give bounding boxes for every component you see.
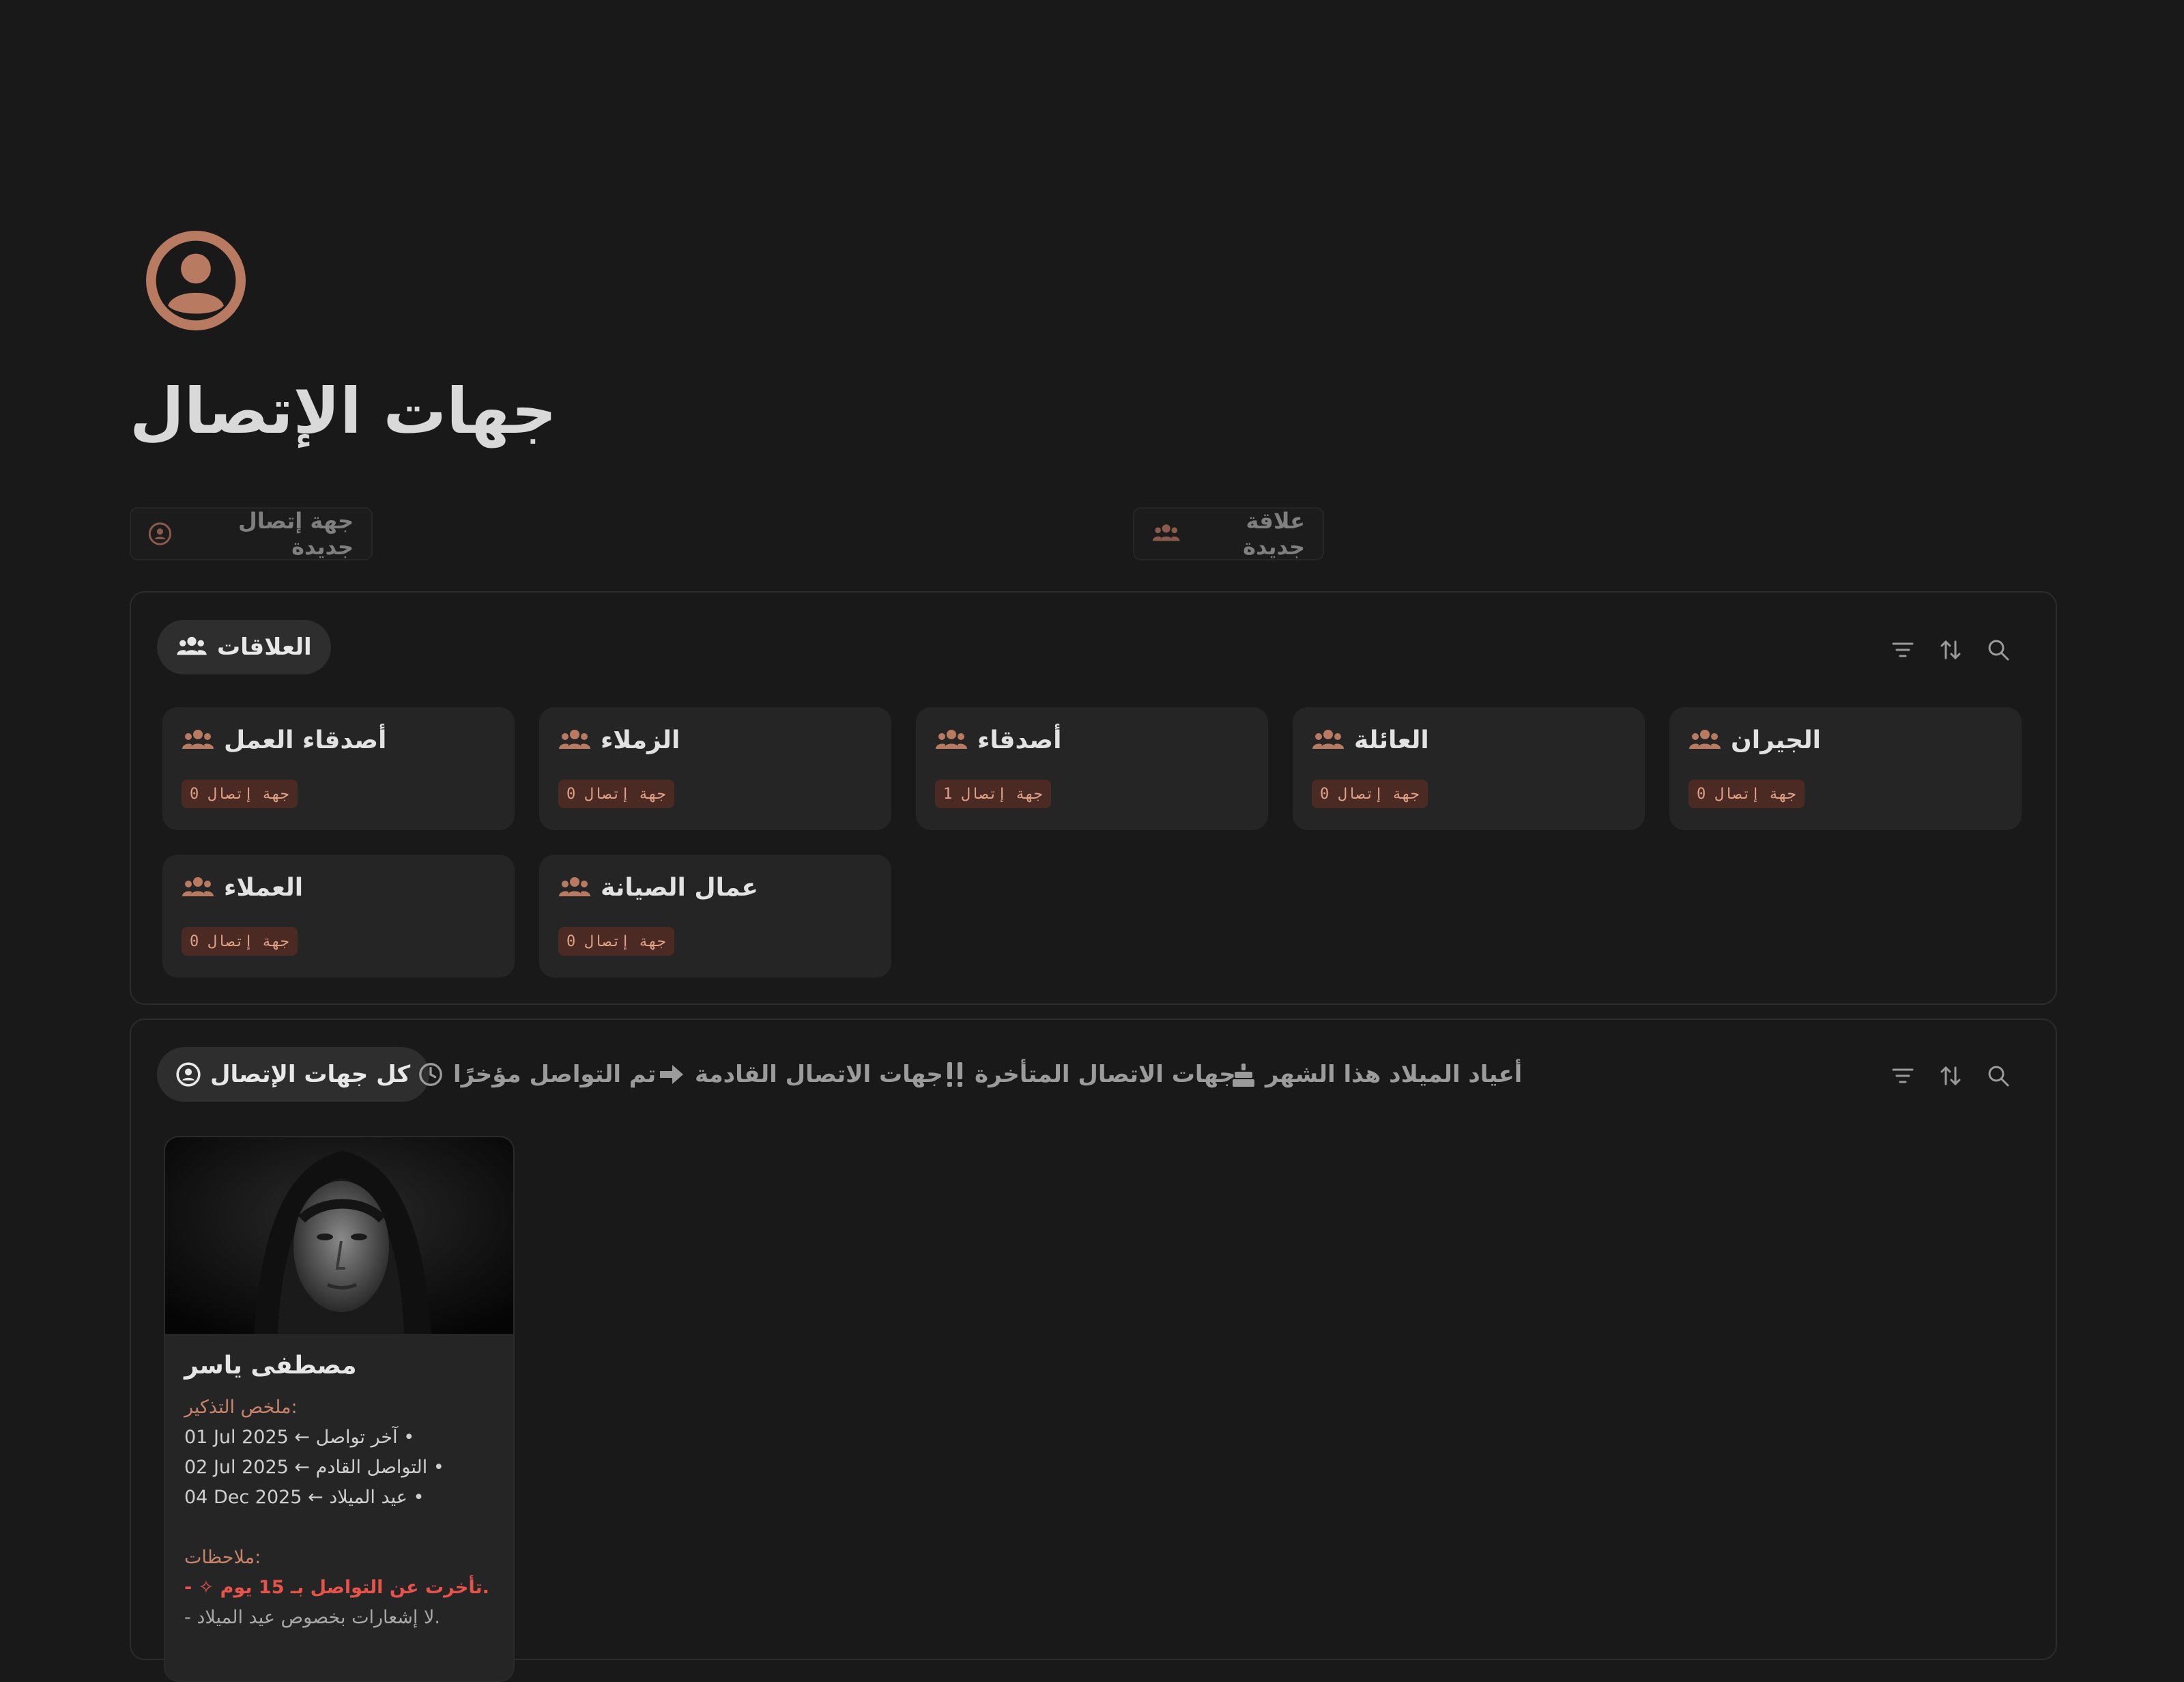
contact-count-badge: جهة إتصال 0	[1689, 780, 1805, 808]
relation-name: الجيران	[1731, 726, 1821, 754]
relation-card-family[interactable]: العائلة جهة إتصال 0	[1293, 707, 1645, 830]
new-contact-label: جهة إتصال جديدة	[238, 508, 354, 560]
relation-name: الزملاء	[601, 726, 680, 754]
contact-circle-icon	[176, 1062, 201, 1087]
relation-card-clients[interactable]: العملاء جهة إتصال 0	[162, 855, 515, 978]
group-icon	[1689, 729, 1721, 749]
contact-card[interactable]: مصطفى ياسر ملخص التذكير: 01 Jul 2025 ← آ…	[164, 1136, 515, 1682]
cake-icon	[1233, 1064, 1254, 1087]
filter-icon[interactable]	[1889, 636, 1916, 664]
tab-label: جهات الاتصال المتأخرة	[975, 1061, 1236, 1088]
relation-name: عمال الصيانة	[601, 874, 758, 902]
relation-name: العائلة	[1354, 726, 1429, 754]
relation-card-colleagues[interactable]: الزملاء جهة إتصال 0	[539, 707, 891, 830]
filter-icon[interactable]	[1889, 1062, 1916, 1089]
reminder-heading: ملخص التذكير:	[184, 1397, 298, 1418]
tab-label: تم التواصل مؤخرًا	[453, 1061, 657, 1088]
search-icon[interactable]	[1985, 636, 2012, 664]
tab-recently-contacted[interactable]: تم التواصل مؤخرًا	[418, 1047, 656, 1102]
relation-name: العملاء	[224, 874, 304, 902]
tab-label: أعياد الميلاد هذا الشهر	[1265, 1061, 1523, 1088]
clock-icon	[419, 1063, 442, 1086]
contact-photo	[165, 1137, 513, 1334]
sort-icon[interactable]	[1937, 1062, 1964, 1089]
contact-circle-icon	[149, 522, 171, 545]
group-icon	[559, 729, 590, 749]
arrow-right-icon	[660, 1065, 683, 1084]
tab-overdue-contacts[interactable]: جهات الاتصال المتأخرة	[945, 1047, 1236, 1102]
group-icon	[559, 876, 590, 896]
tab-label: كل جهات الإتصال	[210, 1061, 411, 1088]
group-icon	[182, 729, 214, 749]
new-relation-button[interactable]: علاقة جديدة	[1133, 507, 1324, 560]
new-contact-button[interactable]: جهة إتصال جديدة	[130, 507, 373, 560]
contact-circle-icon	[146, 231, 246, 330]
last-contact-line: 01 Jul 2025 ← آخر تواصل •	[184, 1427, 415, 1448]
overdue-note: - ✧ تأخرت عن التواصل بـ 15 يوم.	[184, 1577, 489, 1598]
sort-icon[interactable]	[1937, 636, 1964, 664]
tab-relations-label: العلاقات	[217, 633, 312, 661]
relation-card-neighbors[interactable]: الجيران جهة إتصال 0	[1669, 707, 2022, 830]
notes-heading: ملاحظات:	[184, 1547, 261, 1568]
contact-count-badge: جهة إتصال 1	[935, 780, 1051, 808]
group-icon	[1312, 729, 1344, 749]
contact-count-badge: جهة إتصال 0	[558, 780, 674, 808]
group-icon	[1152, 524, 1180, 541]
contact-count-badge: جهة إتصال 0	[1312, 780, 1428, 808]
next-contact-line: 02 Jul 2025 ← التواصل القادم •	[184, 1457, 444, 1478]
relation-name: أصدقاء	[977, 726, 1062, 754]
relation-card-maintenance[interactable]: عمال الصيانة جهة إتصال 0	[539, 855, 891, 978]
group-icon	[182, 876, 214, 896]
relation-card-friends[interactable]: أصدقاء جهة إتصال 1	[916, 707, 1268, 830]
tab-upcoming-contacts[interactable]: جهات الاتصال القادمة	[658, 1047, 943, 1102]
group-icon	[936, 729, 967, 749]
double-exclamation-icon	[947, 1062, 962, 1087]
tab-birthdays-this-month[interactable]: أعياد الميلاد هذا الشهر	[1231, 1047, 1522, 1102]
page-title: جهات الإتصال	[130, 375, 557, 448]
tab-label: جهات الاتصال القادمة	[695, 1061, 943, 1088]
relation-card-work-friends[interactable]: أصدقاء العمل جهة إتصال 0	[162, 707, 515, 830]
contact-name: مصطفى ياسر	[184, 1352, 357, 1380]
group-icon	[177, 636, 207, 655]
tab-relations[interactable]: العلاقات	[157, 620, 331, 674]
new-relation-label: علاقة جديدة	[1243, 508, 1305, 560]
search-icon[interactable]	[1985, 1062, 2012, 1089]
birthday-note: - لا إشعارات بخصوص عيد الميلاد.	[184, 1607, 440, 1628]
birthday-line: 04 Dec 2025 ← عيد الميلاد •	[184, 1487, 425, 1508]
contact-count-badge: جهة إتصال 0	[182, 780, 298, 808]
contact-count-badge: جهة إتصال 0	[182, 927, 298, 956]
tab-all-contacts[interactable]: كل جهات الإتصال	[157, 1047, 430, 1102]
contact-count-badge: جهة إتصال 0	[558, 927, 674, 956]
relation-name: أصدقاء العمل	[224, 726, 387, 754]
